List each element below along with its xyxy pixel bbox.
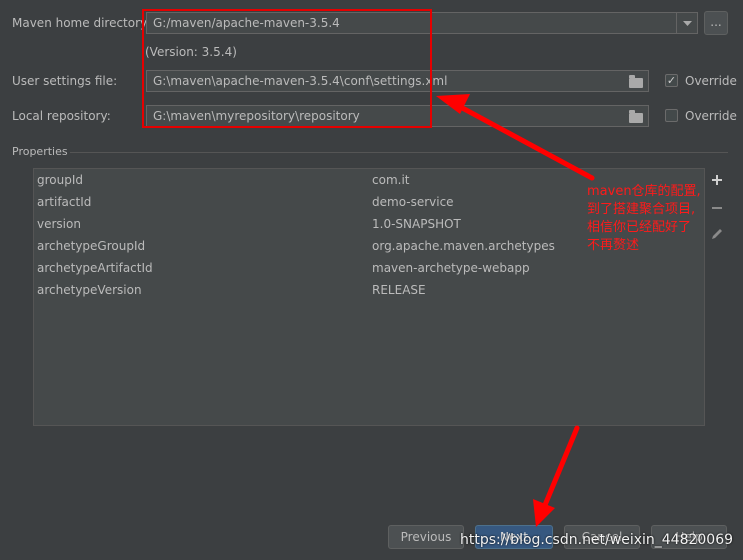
watermark: https://blog.csdn.net/weixin_44820069	[460, 532, 734, 548]
arrows-overlay	[436, 94, 595, 527]
arrow-to-next	[533, 425, 580, 527]
arrow-to-settings	[436, 94, 595, 181]
